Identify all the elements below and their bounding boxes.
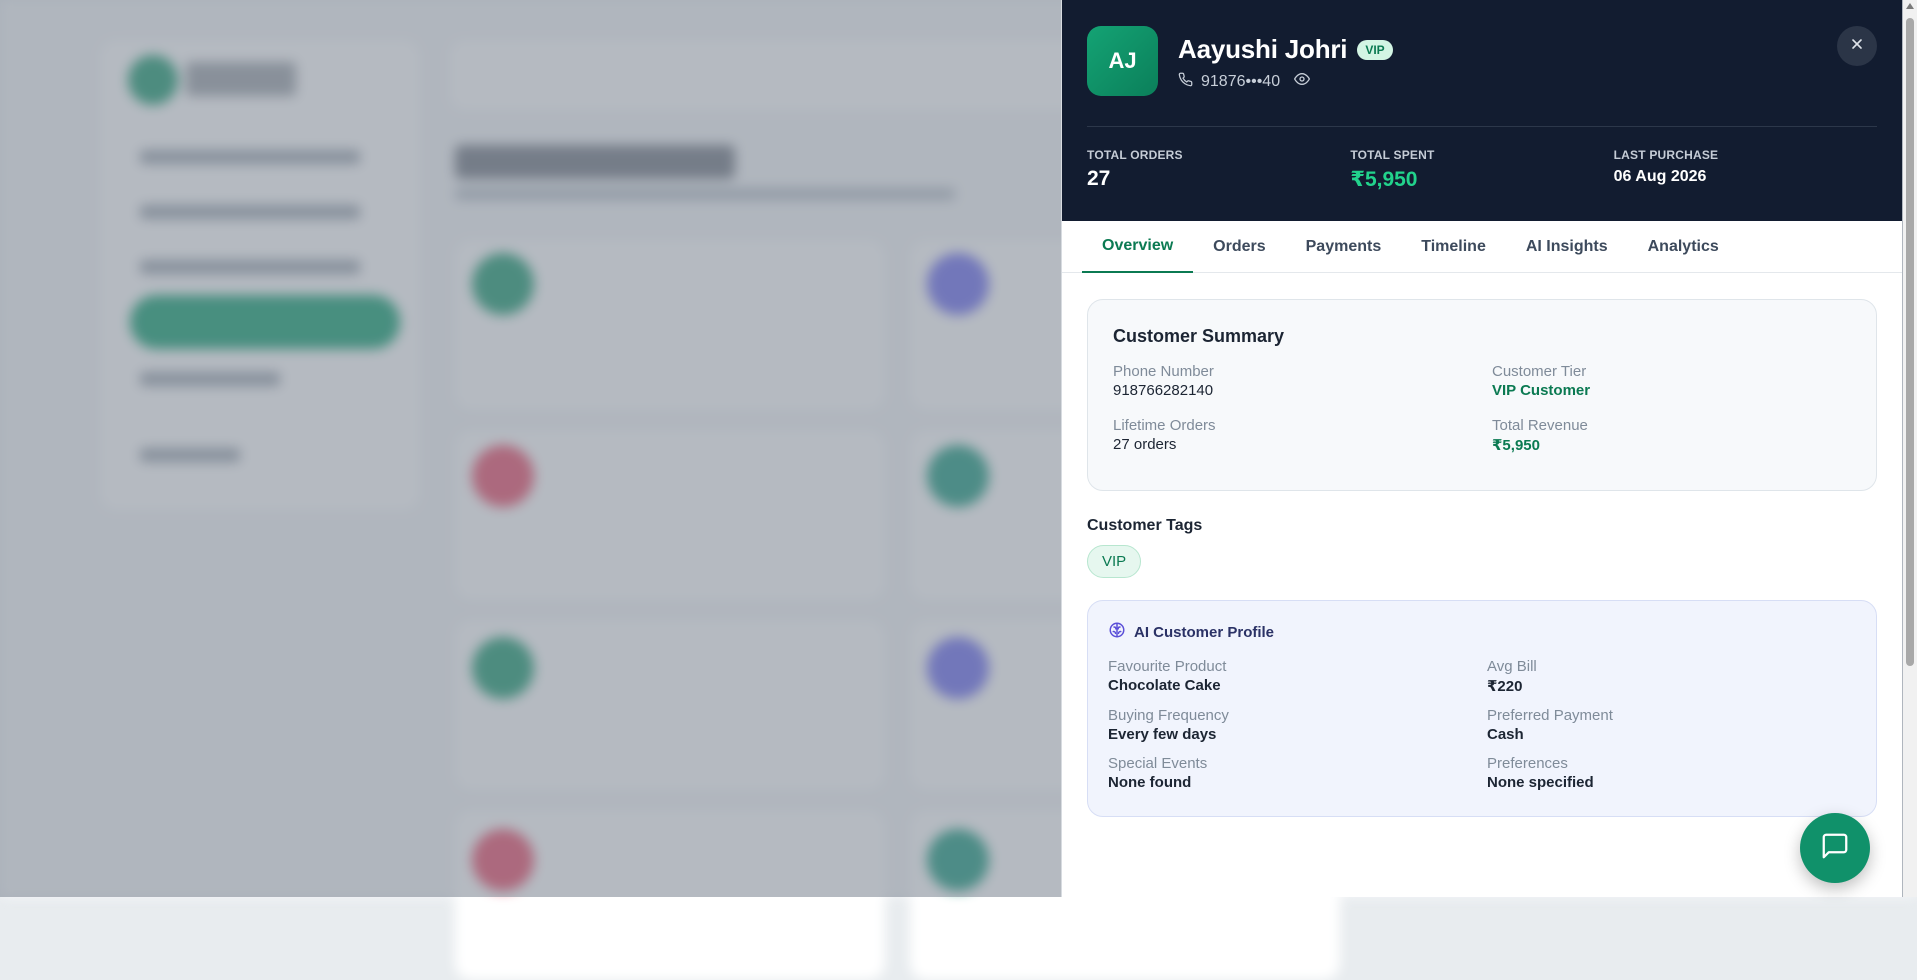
close-icon — [1849, 36, 1865, 57]
field-label: Lifetime Orders — [1113, 417, 1216, 434]
field-label: Avg Bill — [1487, 658, 1537, 675]
vip-badge: VIP — [1357, 39, 1393, 60]
ai-field-avg-bill: Avg Bill ₹220 — [1487, 658, 1856, 695]
eye-icon[interactable] — [1294, 71, 1311, 92]
customer-name-row: Aayushi Johri VIP — [1178, 34, 1393, 65]
ai-field-preferences: Preferences None specified — [1487, 755, 1856, 791]
close-button[interactable] — [1837, 26, 1877, 66]
brain-icon — [1108, 621, 1126, 644]
ai-profile-header: AI Customer Profile — [1108, 621, 1856, 644]
summary-field-total-revenue: Total Revenue ₹5,950 — [1492, 417, 1851, 454]
field-value: 918766282140 — [1113, 382, 1214, 399]
field-label: Phone Number — [1113, 363, 1214, 380]
scroll-up-arrow-icon[interactable] — [1906, 3, 1914, 9]
field-value: Cash — [1487, 726, 1524, 743]
tab-ai-insights[interactable]: AI Insights — [1506, 221, 1628, 273]
customer-tags-list: VIP — [1087, 535, 1877, 578]
field-label: Preferred Payment — [1487, 707, 1613, 724]
stat-label: TOTAL SPENT — [1350, 148, 1435, 162]
customer-phone-masked: 91876•••40 — [1201, 72, 1281, 90]
detail-tabs: Overview Orders Payments Timeline AI Ins… — [1062, 221, 1902, 273]
field-value: ₹5,950 — [1492, 437, 1540, 454]
ai-field-buying-frequency: Buying Frequency Every few days — [1108, 707, 1487, 743]
field-value: ₹220 — [1487, 678, 1523, 695]
ai-field-preferred-payment: Preferred Payment Cash — [1487, 707, 1856, 743]
summary-field-phone: Phone Number 918766282140 — [1113, 363, 1492, 399]
field-label: Buying Frequency — [1108, 707, 1229, 724]
stat-value: ₹5,950 — [1350, 168, 1418, 191]
tab-payments[interactable]: Payments — [1286, 221, 1402, 273]
chat-icon — [1820, 831, 1850, 866]
chat-button[interactable] — [1800, 813, 1870, 883]
customer-stats: TOTAL ORDERS 27 TOTAL SPENT ₹5,950 LAST … — [1087, 148, 1877, 192]
field-value: Every few days — [1108, 726, 1217, 743]
scrollbar[interactable] — [1903, 0, 1917, 897]
field-label: Favourite Product — [1108, 658, 1227, 675]
summary-fields: Phone Number 918766282140 Customer Tier … — [1113, 363, 1851, 454]
stat-label: TOTAL ORDERS — [1087, 148, 1183, 162]
summary-title: Customer Summary — [1113, 326, 1285, 346]
stat-value: 06 Aug 2026 — [1613, 168, 1707, 185]
field-value: None found — [1108, 774, 1192, 791]
stat-total-spent: TOTAL SPENT ₹5,950 — [1350, 148, 1613, 192]
field-label: Customer Tier — [1492, 363, 1587, 380]
tab-overview[interactable]: Overview — [1082, 221, 1194, 273]
customer-avatar: AJ — [1087, 26, 1158, 96]
field-value: 27 orders — [1113, 436, 1177, 453]
stat-value: 27 — [1087, 167, 1111, 190]
ai-customer-profile-card: AI Customer Profile Favourite Product Ch… — [1087, 600, 1877, 817]
field-label: Preferences — [1487, 755, 1568, 772]
customer-tags-title: Customer Tags — [1087, 517, 1203, 534]
scroll-thumb[interactable] — [1906, 18, 1914, 666]
tab-timeline[interactable]: Timeline — [1401, 221, 1506, 273]
field-value: None specified — [1487, 774, 1594, 791]
ai-profile-fields: Favourite Product Chocolate Cake Avg Bil… — [1108, 658, 1856, 791]
ai-profile-title: AI Customer Profile — [1134, 624, 1275, 641]
customer-detail-drawer: AJ Aayushi Johri VIP 91876•••40 TOTAL OR… — [1061, 0, 1902, 897]
ai-field-special-events: Special Events None found — [1108, 755, 1487, 791]
overview-panel: Customer Summary Phone Number 9187662821… — [1062, 273, 1902, 817]
stat-label: LAST PURCHASE — [1613, 148, 1719, 162]
customer-phone-row: 91876•••40 — [1178, 71, 1311, 92]
customer-summary-card: Customer Summary Phone Number 9187662821… — [1087, 299, 1877, 491]
customer-header: AJ Aayushi Johri VIP 91876•••40 TOTAL OR… — [1062, 0, 1902, 221]
stat-total-orders: TOTAL ORDERS 27 — [1087, 148, 1350, 192]
phone-icon — [1178, 72, 1193, 92]
customer-name: Aayushi Johri — [1178, 34, 1348, 64]
field-value: VIP Customer — [1492, 382, 1591, 399]
field-value: Chocolate Cake — [1108, 677, 1221, 694]
stat-last-purchase: LAST PURCHASE 06 Aug 2026 — [1614, 148, 1877, 192]
header-divider — [1087, 126, 1877, 127]
summary-field-lifetime-orders: Lifetime Orders 27 orders — [1113, 417, 1492, 454]
tab-analytics[interactable]: Analytics — [1628, 221, 1739, 273]
field-label: Special Events — [1108, 755, 1208, 772]
summary-field-tier: Customer Tier VIP Customer — [1492, 363, 1851, 399]
tag-chip[interactable]: VIP — [1087, 545, 1142, 578]
field-label: Total Revenue — [1492, 417, 1588, 434]
tab-orders[interactable]: Orders — [1193, 221, 1285, 273]
ai-field-favourite-product: Favourite Product Chocolate Cake — [1108, 658, 1487, 695]
